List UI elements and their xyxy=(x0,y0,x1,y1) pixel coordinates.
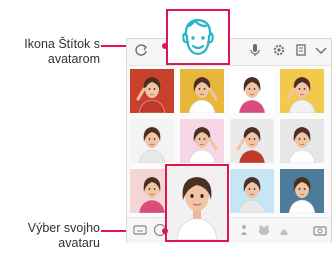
keyboard-bottom-bar xyxy=(127,217,331,243)
sticker-icon[interactable] xyxy=(257,223,271,237)
clipboard-icon[interactable] xyxy=(293,43,309,59)
avatar-sticker-icon xyxy=(182,18,214,56)
microphone-icon[interactable] xyxy=(247,43,263,59)
avatar-sticker-item[interactable] xyxy=(130,69,174,113)
chevron-down-icon[interactable] xyxy=(313,43,329,59)
avatar-select-callout-label: Výber svojho avataru xyxy=(27,221,100,250)
avatar-sticker-item[interactable] xyxy=(130,119,174,163)
sticker-tab-callout-label: Ikona Štítok s avatarom xyxy=(24,37,100,66)
avatar-sticker-item[interactable] xyxy=(280,169,324,213)
avatar-icon[interactable] xyxy=(277,223,291,237)
avatar-sticker-item[interactable] xyxy=(280,69,324,113)
sticker-tab-callout-dot xyxy=(162,43,168,49)
avatar-sticker-item[interactable] xyxy=(180,119,224,163)
keyboard-icon[interactable] xyxy=(133,223,147,237)
avatar-sticker-item[interactable] xyxy=(230,119,274,163)
avatar-select-callout-dot xyxy=(162,228,168,234)
gif-icon[interactable] xyxy=(237,223,251,237)
refresh-icon[interactable] xyxy=(133,43,149,59)
sticker-keyboard xyxy=(126,38,332,243)
avatar-sticker-item[interactable] xyxy=(230,69,274,113)
avatar-sticker-tab[interactable] xyxy=(166,9,230,65)
avatar-sticker-item[interactable] xyxy=(280,119,324,163)
avatar-select-button[interactable] xyxy=(165,164,229,242)
avatar-sticker-item[interactable] xyxy=(180,69,224,113)
camera-icon[interactable] xyxy=(313,223,327,237)
avatar-sticker-item[interactable] xyxy=(230,169,274,213)
avatar-portrait xyxy=(167,166,227,240)
settings-icon[interactable] xyxy=(271,43,287,59)
